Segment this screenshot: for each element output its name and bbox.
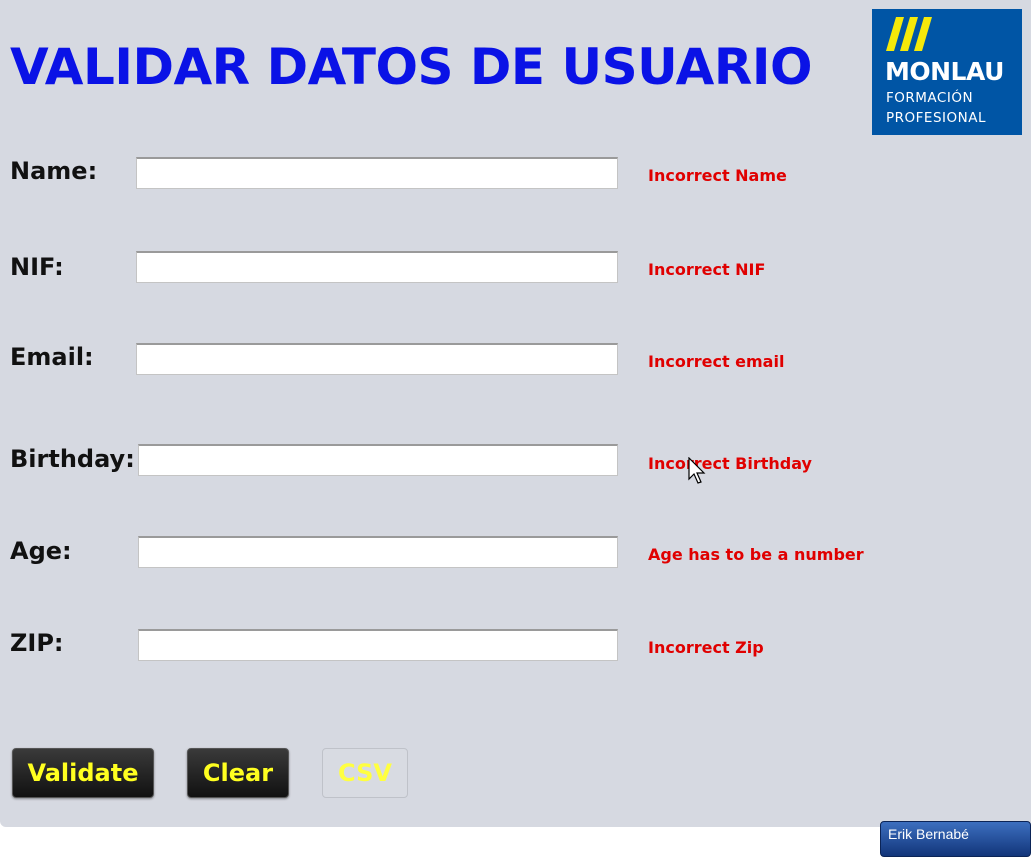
monlau-logo: MONLAU FORMACIÓN PROFESIONAL xyxy=(872,9,1022,135)
birthday-error: Incorrect Birthday xyxy=(648,454,812,473)
nif-input[interactable] xyxy=(136,251,618,283)
mouse-cursor-icon xyxy=(688,457,706,484)
age-input[interactable] xyxy=(138,536,618,568)
zip-error: Incorrect Zip xyxy=(648,638,764,657)
zip-input[interactable] xyxy=(138,629,618,661)
email-label: Email: xyxy=(10,343,94,371)
name-error: Incorrect Name xyxy=(648,166,787,185)
age-label: Age: xyxy=(10,537,72,565)
birthday-input[interactable] xyxy=(138,444,618,476)
name-input[interactable] xyxy=(136,157,618,189)
logo-subtitle-2: PROFESIONAL xyxy=(886,110,986,126)
app-window: VALIDAR DATOS DE USUARIO MONLAU FORMACIÓ… xyxy=(0,0,1031,827)
name-label: Name: xyxy=(10,157,98,185)
clear-button[interactable]: Clear xyxy=(187,748,289,798)
birthday-label: Birthday: xyxy=(10,445,135,473)
email-input[interactable] xyxy=(136,343,618,375)
email-error: Incorrect email xyxy=(648,352,785,371)
logo-brand: MONLAU xyxy=(885,57,1004,86)
nif-label: NIF: xyxy=(10,253,64,281)
logo-stripes-icon xyxy=(886,17,932,51)
page-title: VALIDAR DATOS DE USUARIO xyxy=(10,38,812,96)
nif-error: Incorrect NIF xyxy=(648,260,766,279)
zip-label: ZIP: xyxy=(10,629,64,657)
age-error: Age has to be a number xyxy=(648,545,864,564)
logo-subtitle-1: FORMACIÓN xyxy=(886,90,974,106)
csv-button[interactable]: CSV xyxy=(322,748,408,798)
taskbar-user-item[interactable]: Erik Bernabé xyxy=(880,821,1031,857)
validate-button[interactable]: Validate xyxy=(12,748,154,798)
